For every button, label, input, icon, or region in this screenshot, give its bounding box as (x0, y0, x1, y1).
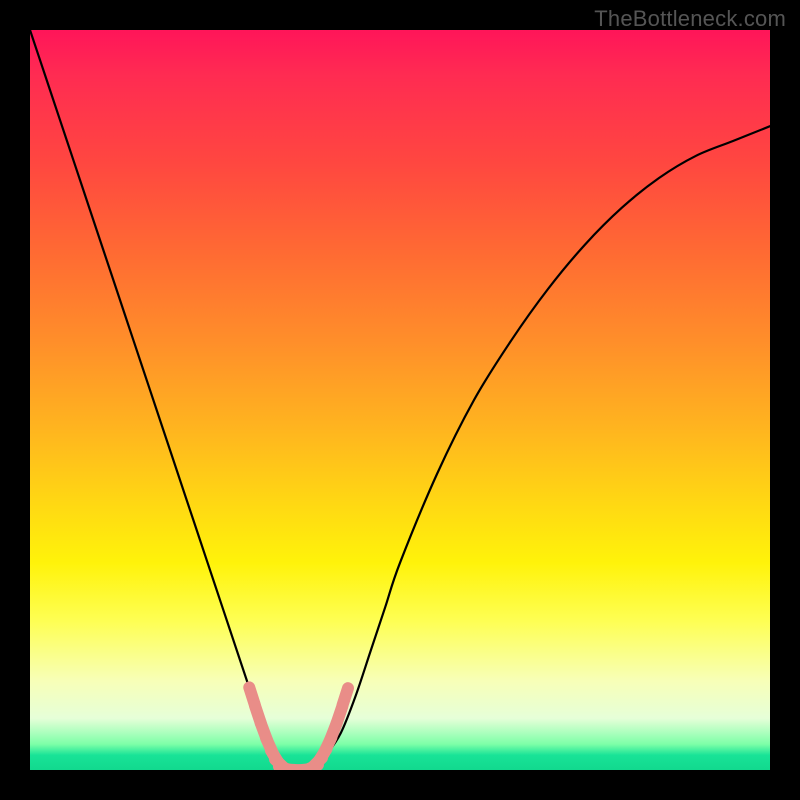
curve-layer (30, 30, 770, 770)
valley-markers (249, 687, 348, 770)
valley-marker (343, 688, 348, 705)
plot-area (30, 30, 770, 770)
bottleneck-curve (30, 30, 770, 770)
chart-frame: TheBottleneck.com (0, 0, 800, 800)
watermark-text: TheBottleneck.com (594, 6, 786, 32)
